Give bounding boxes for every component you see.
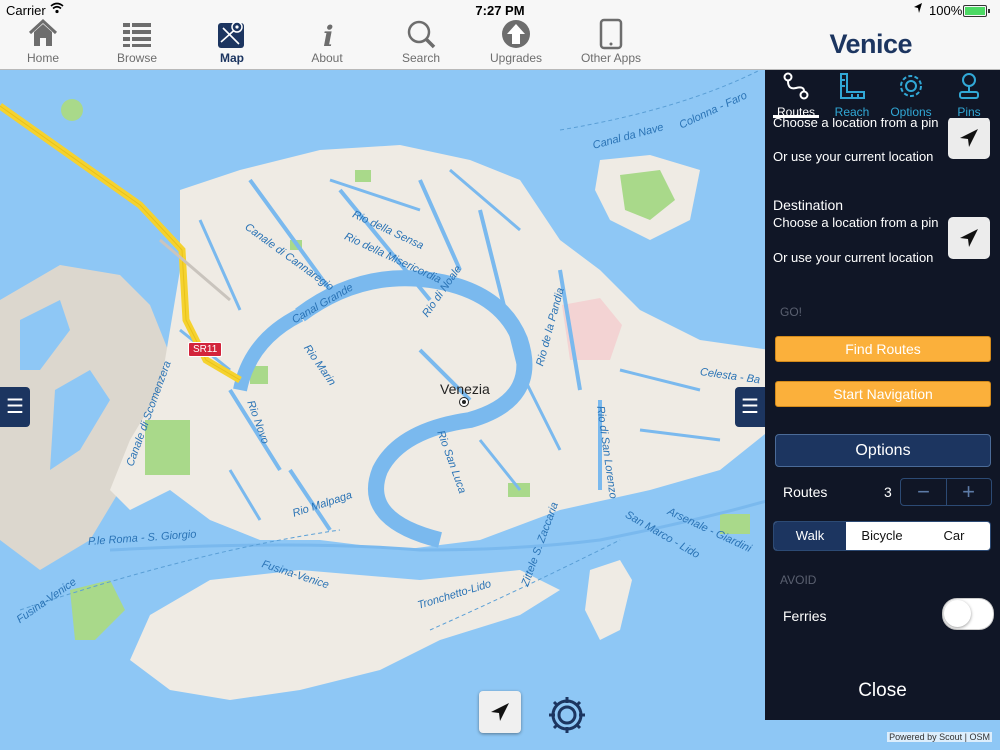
panel-tab-routes[interactable]: Routes [767, 72, 825, 119]
routes-stepper: − + [900, 478, 992, 506]
destination-locate-button[interactable] [948, 217, 990, 259]
top-tab-bar: Home Browse Map i About Search Upgrades [0, 18, 1000, 70]
tab-about-label: About [311, 51, 343, 65]
close-button[interactable]: Close [765, 680, 1000, 702]
panel-tab-reach-label: Reach [834, 105, 870, 119]
tab-about[interactable]: i About [282, 20, 372, 69]
clock: 7:27 PM [475, 3, 525, 18]
route-icon [783, 72, 809, 100]
panel-tab-reach[interactable]: Reach [823, 72, 881, 119]
panel-tab-options-label: Options [890, 105, 932, 119]
map-attribution[interactable]: Powered by Scout | OSM [887, 732, 992, 742]
tab-other-apps[interactable]: Other Apps [566, 18, 656, 69]
tab-browse-label: Browse [116, 51, 157, 65]
tab-upgrades-label: Upgrades [489, 51, 543, 65]
map-city-label: Venezia [440, 381, 490, 397]
routing-panel: Routes Reach Options Pins Choose a locat… [765, 70, 1000, 720]
status-bar: Carrier 7:27 PM 100% [0, 0, 1000, 20]
panel-tab-options[interactable]: Options [882, 72, 940, 119]
routes-count-label: Routes [783, 484, 828, 500]
toggle-knob [944, 600, 971, 627]
upgrade-arrow-icon [471, 18, 561, 50]
tab-map[interactable]: Map [187, 20, 277, 69]
tab-search[interactable]: Search [376, 20, 466, 69]
panel-tab-bar: Routes Reach Options Pins [765, 70, 1000, 119]
routes-increment-button[interactable]: + [946, 479, 991, 505]
city-marker-icon [459, 397, 469, 407]
tab-other-apps-label: Other Apps [580, 51, 642, 65]
gear-icon [549, 697, 585, 733]
ferries-label: Ferries [783, 608, 827, 624]
options-button[interactable]: Options [775, 434, 991, 467]
mode-bicycle-segment[interactable]: Bicycle [846, 522, 918, 550]
ferries-toggle[interactable] [942, 598, 994, 630]
destination-choose-pin-text[interactable]: Choose a location from a pin [773, 215, 943, 231]
pin-icon [959, 73, 979, 99]
left-drawer-handle[interactable]: ☰ [0, 387, 30, 427]
battery-icon [963, 5, 990, 17]
tablet-icon [566, 18, 656, 50]
road-badge: SR11 [188, 342, 223, 357]
avoid-section-label: AVOID [780, 573, 817, 587]
travel-mode-selector: Walk Bicycle Car [773, 521, 991, 551]
find-routes-button[interactable]: Find Routes [775, 336, 991, 362]
home-icon [0, 18, 88, 50]
panel-tab-pins[interactable]: Pins [940, 72, 998, 119]
tab-search-label: Search [401, 51, 441, 65]
tab-home-label: Home [26, 51, 59, 65]
tab-home[interactable]: Home [0, 18, 88, 69]
panel-tab-routes-label: Routes [776, 105, 816, 119]
start-locate-button[interactable] [948, 117, 990, 159]
search-icon [376, 18, 466, 50]
tab-browse[interactable]: Browse [92, 20, 182, 69]
destination-current-location-text[interactable]: Or use your current location [773, 250, 943, 266]
map-icon [187, 18, 277, 50]
navigation-arrow-icon [491, 703, 509, 721]
list-icon [92, 18, 182, 50]
map-settings-button[interactable] [545, 693, 589, 737]
start-navigation-button[interactable]: Start Navigation [775, 381, 991, 407]
panel-tab-pins-label: Pins [957, 105, 981, 119]
destination-title: Destination [773, 197, 844, 213]
mode-walk-segment[interactable]: Walk [774, 522, 846, 550]
navigation-arrow-icon [960, 129, 978, 147]
navigation-arrow-icon [960, 229, 978, 247]
info-icon: i [282, 18, 372, 53]
tab-upgrades[interactable]: Upgrades [471, 20, 561, 69]
location-arrow-icon [913, 2, 923, 17]
battery-percent: 100% [929, 3, 963, 18]
ruler-icon [840, 73, 865, 99]
locate-me-button[interactable] [479, 691, 521, 733]
tab-map-label: Map [220, 51, 244, 65]
start-current-location-text[interactable]: Or use your current location [773, 149, 943, 165]
routes-count-value: 3 [884, 484, 892, 500]
routes-decrement-button[interactable]: − [901, 479, 947, 505]
svg-text:i: i [323, 20, 334, 50]
mode-car-segment[interactable]: Car [918, 522, 990, 550]
gear-icon [900, 75, 922, 97]
app-brand-title: Venice [829, 29, 912, 59]
right-drawer-handle[interactable]: ☰ [735, 387, 765, 427]
go-section-label: GO! [780, 305, 803, 319]
